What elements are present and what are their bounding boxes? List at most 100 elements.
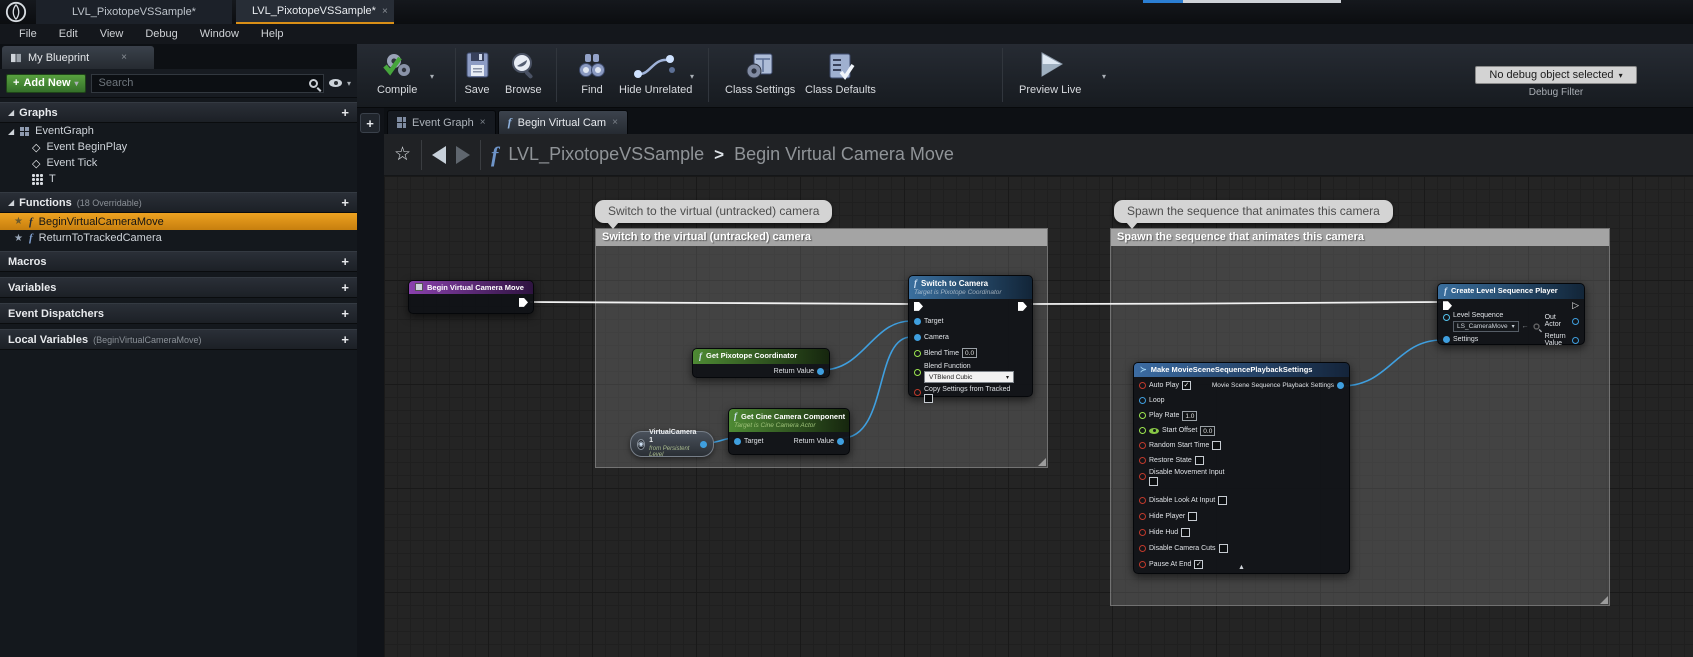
play-rate-input[interactable]: 1.0 (1182, 411, 1197, 421)
menu-debug[interactable]: Debug (134, 28, 188, 40)
comment-title[interactable]: Spawn the sequence that animates this ca… (1111, 229, 1609, 246)
comment-resize-handle[interactable] (1038, 458, 1046, 466)
node-begin-virtual-camera-move[interactable]: Begin Virtual Camera Move (408, 280, 534, 314)
node-switch-to-camera[interactable]: f Switch to Camera Target is Pixotope Co… (908, 275, 1033, 397)
close-icon[interactable]: × (612, 117, 618, 128)
preview-live-options-caret[interactable]: ▾ (1102, 72, 1106, 81)
return-value-pin[interactable] (837, 438, 844, 445)
browse-button[interactable]: Browse (505, 50, 542, 96)
add-graph-button[interactable]: + (341, 105, 349, 120)
playback-settings-out-pin[interactable] (1337, 382, 1344, 389)
add-new-button[interactable]: + Add New ▾ (6, 74, 86, 93)
use-selected-icon[interactable]: ← (1522, 323, 1529, 330)
disable-camera-cuts-checkbox[interactable] (1219, 544, 1228, 553)
debug-object-select[interactable]: No debug object selected ▾ (1475, 66, 1637, 84)
node-get-cine-camera-component[interactable]: f Get Cine Camera Component Target is Ci… (728, 408, 850, 455)
exec-in-pin[interactable] (914, 302, 923, 311)
comment-resize-handle[interactable] (1600, 596, 1608, 604)
back-arrow-icon[interactable] (432, 146, 446, 164)
loop-pin[interactable] (1139, 397, 1146, 404)
menu-view[interactable]: View (89, 28, 135, 40)
pause-at-end-pin[interactable] (1139, 561, 1146, 568)
tab-event-graph[interactable]: Event Graph × (387, 110, 496, 134)
browse-asset-icon[interactable] (1533, 324, 1539, 330)
add-variable-button[interactable]: + (341, 280, 349, 295)
hide-player-checkbox[interactable] (1188, 512, 1197, 521)
random-start-time-pin[interactable] (1139, 442, 1146, 449)
macros-header[interactable]: Macros + (0, 251, 357, 272)
disable-movement-input-pin[interactable] (1139, 473, 1146, 480)
collapse-node-arrow[interactable]: ▲ (1238, 564, 1245, 571)
function-beginvirtualcameramove-row[interactable]: ★ f BeginVirtualCameraMove (0, 213, 357, 230)
menu-edit[interactable]: Edit (48, 28, 89, 40)
preview-live-button[interactable]: Preview Live (1019, 50, 1081, 96)
compile-button[interactable]: Compile (377, 50, 417, 96)
random-start-time-checkbox[interactable] (1212, 441, 1221, 450)
auto-play-pin[interactable] (1139, 382, 1146, 389)
auto-play-checkbox[interactable]: ✓ (1182, 381, 1191, 390)
search-input[interactable] (97, 76, 309, 90)
level-sequence-dropdown[interactable]: LS_CameraMove ▾ (1453, 321, 1519, 332)
event-tick-row[interactable]: ◇ Event Tick (0, 155, 357, 171)
blueprint-graph-canvas[interactable]: Switch to the virtual (untracked) camera… (384, 176, 1693, 657)
exec-out-pin[interactable] (519, 298, 528, 307)
asset-tab-level[interactable]: LVL_PixotopeVSSample* (36, 0, 232, 24)
event-dispatchers-header[interactable]: Event Dispatchers + (0, 303, 357, 324)
restore-state-checkbox[interactable] (1195, 456, 1204, 465)
find-button[interactable]: Find (575, 50, 609, 96)
asset-tab-blueprint-active[interactable]: LVL_PixotopeVSSample* × (236, 0, 394, 24)
blend-time-input[interactable]: 0.0 (962, 348, 977, 358)
blend-time-pin[interactable] (914, 350, 921, 357)
hide-player-pin[interactable] (1139, 513, 1146, 520)
return-value-pin[interactable] (817, 368, 824, 375)
graphs-header[interactable]: ◢ Graphs + (0, 102, 357, 123)
camera-pin[interactable] (914, 334, 921, 341)
node-virtualcamera-reference[interactable]: ◉ VirtualCamera 1 from Persistent Level (630, 431, 714, 457)
class-settings-button[interactable]: Class Settings (725, 50, 795, 96)
node-make-playback-settings[interactable]: ≻ Make MovieSceneSequencePlaybackSetting… (1133, 362, 1350, 574)
my-blueprint-tab[interactable]: My Blueprint × (2, 46, 154, 69)
return-value-pin[interactable] (1572, 337, 1579, 344)
menu-window[interactable]: Window (189, 28, 250, 40)
add-function-button[interactable]: + (341, 195, 349, 210)
target-pin[interactable] (734, 438, 741, 445)
event-beginplay-row[interactable]: ◇ Event BeginPlay (0, 139, 357, 155)
add-local-variable-button[interactable]: + (341, 332, 349, 347)
visibility-eye-icon[interactable] (329, 79, 342, 87)
settings-pin[interactable] (1443, 336, 1450, 343)
event-t-row[interactable]: T (0, 171, 357, 187)
close-icon[interactable]: × (382, 6, 388, 17)
target-pin[interactable] (914, 318, 921, 325)
add-macro-button[interactable]: + (341, 254, 349, 269)
actor-out-pin[interactable] (700, 441, 707, 448)
close-icon[interactable]: × (121, 52, 127, 63)
forward-arrow-icon[interactable] (456, 146, 470, 164)
add-dispatcher-button[interactable]: + (341, 306, 349, 321)
level-sequence-pin[interactable] (1443, 314, 1450, 321)
node-create-level-sequence-player[interactable]: f Create Level Sequence Player ▷ Level S… (1437, 283, 1585, 345)
local-variables-header[interactable]: Local Variables (BeginVirtualCameraMove)… (0, 329, 357, 350)
exec-in-pin[interactable] (1443, 301, 1452, 310)
blend-function-dropdown[interactable]: VTBlend Cubic ▾ (924, 371, 1014, 383)
close-icon[interactable]: × (480, 117, 486, 128)
disable-look-at-input-pin[interactable] (1139, 497, 1146, 504)
restore-state-pin[interactable] (1139, 457, 1146, 464)
class-defaults-button[interactable]: Class Defaults (805, 50, 876, 96)
eventgraph-row[interactable]: ◢ EventGraph (0, 123, 357, 139)
disable-camera-cuts-pin[interactable] (1139, 545, 1146, 552)
function-returntotrackedcamera-row[interactable]: ★ f ReturnToTrackedCamera (0, 230, 357, 246)
disable-movement-input-checkbox[interactable] (1149, 477, 1158, 486)
breadcrumb-root[interactable]: LVL_PixotopeVSSample (508, 144, 704, 165)
breadcrumb-current[interactable]: Begin Virtual Camera Move (734, 144, 954, 165)
out-actor-pin[interactable] (1572, 318, 1579, 325)
copy-settings-pin[interactable] (914, 389, 921, 396)
comment-title[interactable]: Switch to the virtual (untracked) camera (596, 229, 1047, 246)
disable-look-at-input-checkbox[interactable] (1218, 496, 1227, 505)
hide-unrelated-button[interactable]: Hide Unrelated (619, 50, 692, 96)
menu-help[interactable]: Help (250, 28, 295, 40)
menu-file[interactable]: File (8, 28, 48, 40)
compile-options-caret[interactable]: ▾ (430, 72, 434, 81)
save-button[interactable]: Save (462, 50, 492, 96)
hide-hud-pin[interactable] (1139, 529, 1146, 536)
bookmark-star-icon[interactable]: ☆ (394, 143, 411, 166)
